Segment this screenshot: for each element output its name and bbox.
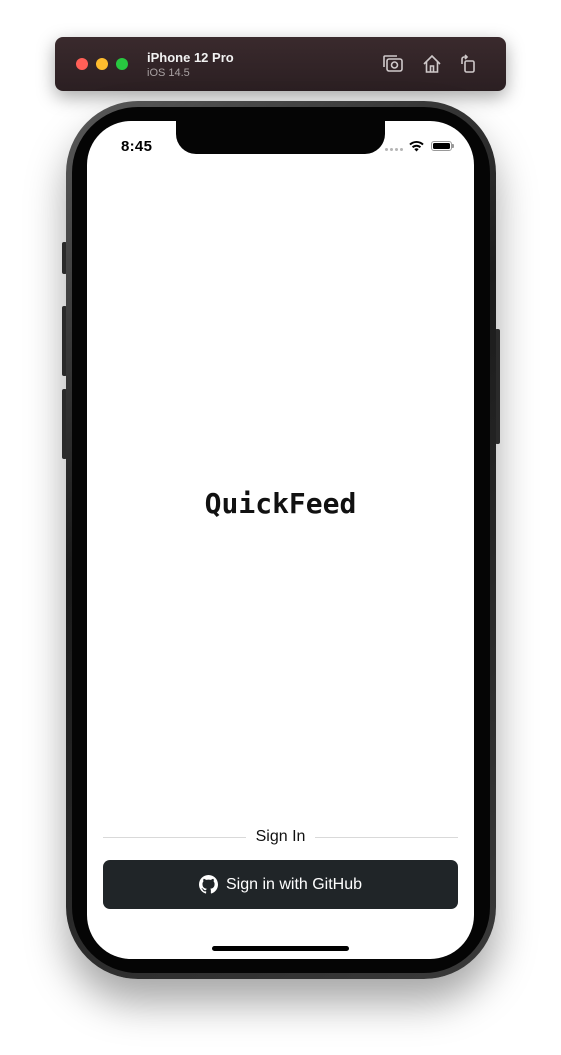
window-zoom-button[interactable] <box>116 58 128 70</box>
os-version: iOS 14.5 <box>147 67 190 79</box>
home-icon[interactable] <box>420 52 444 76</box>
divider-line-right <box>315 836 458 838</box>
wifi-icon <box>409 140 424 152</box>
window-close-button[interactable] <box>76 58 88 70</box>
page: iPhone 12 Pro iOS 14.5 8:45 QuickFeed Si… <box>0 0 561 1055</box>
sign-in-divider: Sign In <box>103 827 458 847</box>
github-sign-in-button[interactable]: Sign in with GitHub <box>103 860 458 909</box>
window-minimize-button[interactable] <box>96 58 108 70</box>
github-icon <box>198 875 218 894</box>
device-name: iPhone 12 Pro <box>147 50 234 65</box>
phone-screen: 8:45 QuickFeed Sign In Sign in with GitH… <box>87 121 474 959</box>
screenshot-icon[interactable] <box>381 52 405 76</box>
status-time: 8:45 <box>121 138 153 155</box>
home-indicator[interactable] <box>212 946 349 951</box>
sign-in-label: Sign In <box>255 828 306 845</box>
divider-line-left <box>103 836 246 838</box>
github-button-label: Sign in with GitHub <box>225 875 363 893</box>
battery-icon <box>431 141 454 151</box>
cellular-dots-icon <box>385 148 403 151</box>
app-title: QuickFeed <box>204 487 357 520</box>
notch <box>176 121 385 154</box>
simulator-titlebar: iPhone 12 Pro iOS 14.5 <box>55 37 506 91</box>
rotate-icon[interactable] <box>456 52 480 76</box>
